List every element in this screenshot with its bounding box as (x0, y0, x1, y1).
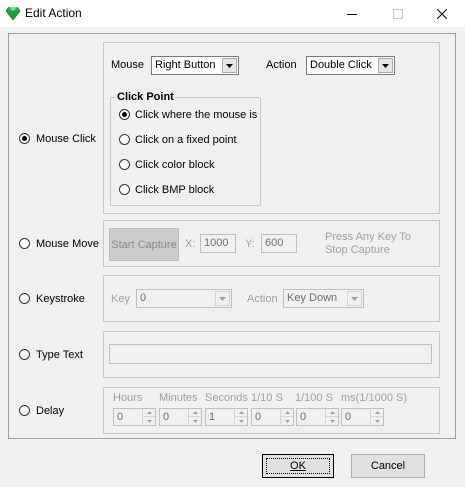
x-coordinate-field: 1000 (200, 234, 236, 253)
title-bar: Edit Action (0, 0, 465, 28)
click-point-option-4[interactable] (119, 184, 130, 195)
spin-up-icon (370, 409, 383, 417)
delay-label[interactable]: Delay (36, 405, 64, 417)
delay-hundredths-value: 0 (300, 411, 307, 423)
mouse-move-radio[interactable] (19, 238, 30, 249)
key-action-value: Key Down (287, 292, 338, 304)
x-coordinate-value: 1000 (204, 237, 229, 249)
delay-radio[interactable] (19, 405, 30, 416)
mouse-label: Mouse (111, 59, 145, 71)
mouse-click-radio-dot[interactable] (19, 133, 30, 144)
type-text-radio-dot[interactable] (19, 349, 30, 360)
delay-hours-spinner: 0 (113, 408, 156, 426)
mouse-move-radio-dot[interactable] (19, 238, 30, 249)
spin-down-icon (188, 417, 201, 425)
minimize-button[interactable] (329, 0, 375, 28)
ok-button[interactable]: OK (262, 454, 334, 478)
delay-minutes-spinner: 0 (159, 408, 202, 426)
spin-up-icon (280, 409, 293, 417)
delay-header-tenths: 1/10 S (251, 392, 283, 404)
click-point-radio-4[interactable] (119, 184, 130, 195)
spin-down-icon (280, 417, 293, 425)
y-coordinate-field: 600 (261, 234, 297, 253)
click-point-option-2[interactable] (119, 134, 130, 145)
delay-tenths-spinner: 0 (251, 408, 294, 426)
delay-minutes-value: 0 (163, 411, 170, 423)
click-action-value: Double Click (310, 59, 372, 71)
delay-hours-value: 0 (117, 411, 124, 423)
click-point-radio-2[interactable] (119, 134, 130, 145)
key-value: 0 (140, 292, 147, 304)
delay-seconds-value: 1 (209, 411, 216, 423)
spin-down-icon (142, 417, 155, 425)
maximize-button (375, 0, 421, 28)
type-text-input (109, 344, 432, 364)
close-button[interactable] (419, 0, 465, 28)
delay-ms-spinner: 0 (341, 408, 384, 426)
click-point-title: Click Point (116, 91, 175, 103)
window-title: Edit Action (25, 6, 82, 20)
key-action-label: Action (247, 293, 278, 305)
spin-down-icon (370, 417, 383, 425)
focus-rectangle (266, 458, 330, 474)
mouse-button-select[interactable]: Right Button (151, 56, 239, 75)
delay-tenths-value: 0 (255, 411, 262, 423)
keystroke-radio-dot[interactable] (19, 293, 30, 304)
minimize-icon (347, 14, 357, 15)
chevron-down-icon (347, 291, 362, 306)
capture-hint-line1: Press Any Key To (325, 231, 412, 243)
key-label: Key (111, 293, 130, 305)
delay-header-seconds: Seconds (205, 392, 248, 404)
spin-down-icon (234, 417, 247, 425)
key-select: 0 (136, 289, 232, 308)
chevron-down-icon (215, 291, 230, 306)
delay-header-ms: ms(1/1000 S) (341, 392, 408, 404)
y-label: Y: (245, 238, 255, 250)
click-point-radio-1[interactable] (119, 109, 130, 120)
delay-header-minutes: Minutes (159, 392, 198, 404)
keystroke-label[interactable]: Keystroke (36, 293, 85, 305)
capture-hint-line2: Stop Capture (325, 244, 390, 256)
click-action-select[interactable]: Double Click (306, 56, 395, 75)
delay-hundredths-spinner: 0 (296, 408, 339, 426)
click-point-radio-3[interactable] (119, 159, 130, 170)
mouse-click-radio[interactable] (19, 133, 30, 144)
chevron-down-icon[interactable] (378, 58, 393, 73)
spin-up-icon (142, 409, 155, 417)
y-coordinate-value: 600 (265, 237, 284, 249)
click-point-option-1[interactable] (119, 109, 130, 120)
start-capture-button: Start Capture (109, 228, 179, 261)
click-point-label-1[interactable]: Click where the mouse is (135, 109, 257, 121)
cancel-button[interactable]: Cancel (351, 454, 425, 478)
x-label: X: (185, 238, 196, 250)
close-icon (437, 9, 447, 19)
action-label: Action (266, 59, 297, 71)
click-point-label-3[interactable]: Click color block (135, 159, 214, 171)
key-action-select: Key Down (283, 289, 364, 308)
delay-radio-dot[interactable] (19, 405, 30, 416)
click-point-label-4[interactable]: Click BMP block (135, 184, 214, 196)
mouse-button-value: Right Button (155, 59, 216, 71)
click-point-label-2[interactable]: Click on a fixed point (135, 134, 237, 146)
start-capture-label: Start Capture (111, 238, 177, 251)
delay-seconds-spinner: 1 (205, 408, 248, 426)
chevron-down-icon[interactable] (222, 58, 237, 73)
spin-up-icon (234, 409, 247, 417)
keystroke-radio[interactable] (19, 293, 30, 304)
type-text-label[interactable]: Type Text (36, 349, 83, 361)
spin-up-icon (325, 409, 338, 417)
spin-up-icon (188, 409, 201, 417)
mouse-click-label[interactable]: Mouse Click (36, 133, 96, 145)
delay-header-hundredths: 1/100 S (295, 392, 333, 404)
mouse-move-label[interactable]: Mouse Move (36, 238, 99, 250)
spin-down-icon (325, 417, 338, 425)
click-point-option-3[interactable] (119, 159, 130, 170)
cancel-button-label: Cancel (370, 460, 406, 472)
delay-ms-value: 0 (345, 411, 352, 423)
green-gem-icon (5, 6, 21, 23)
type-text-radio[interactable] (19, 349, 30, 360)
delay-header-hours: Hours (113, 392, 143, 404)
maximize-icon (393, 9, 403, 19)
